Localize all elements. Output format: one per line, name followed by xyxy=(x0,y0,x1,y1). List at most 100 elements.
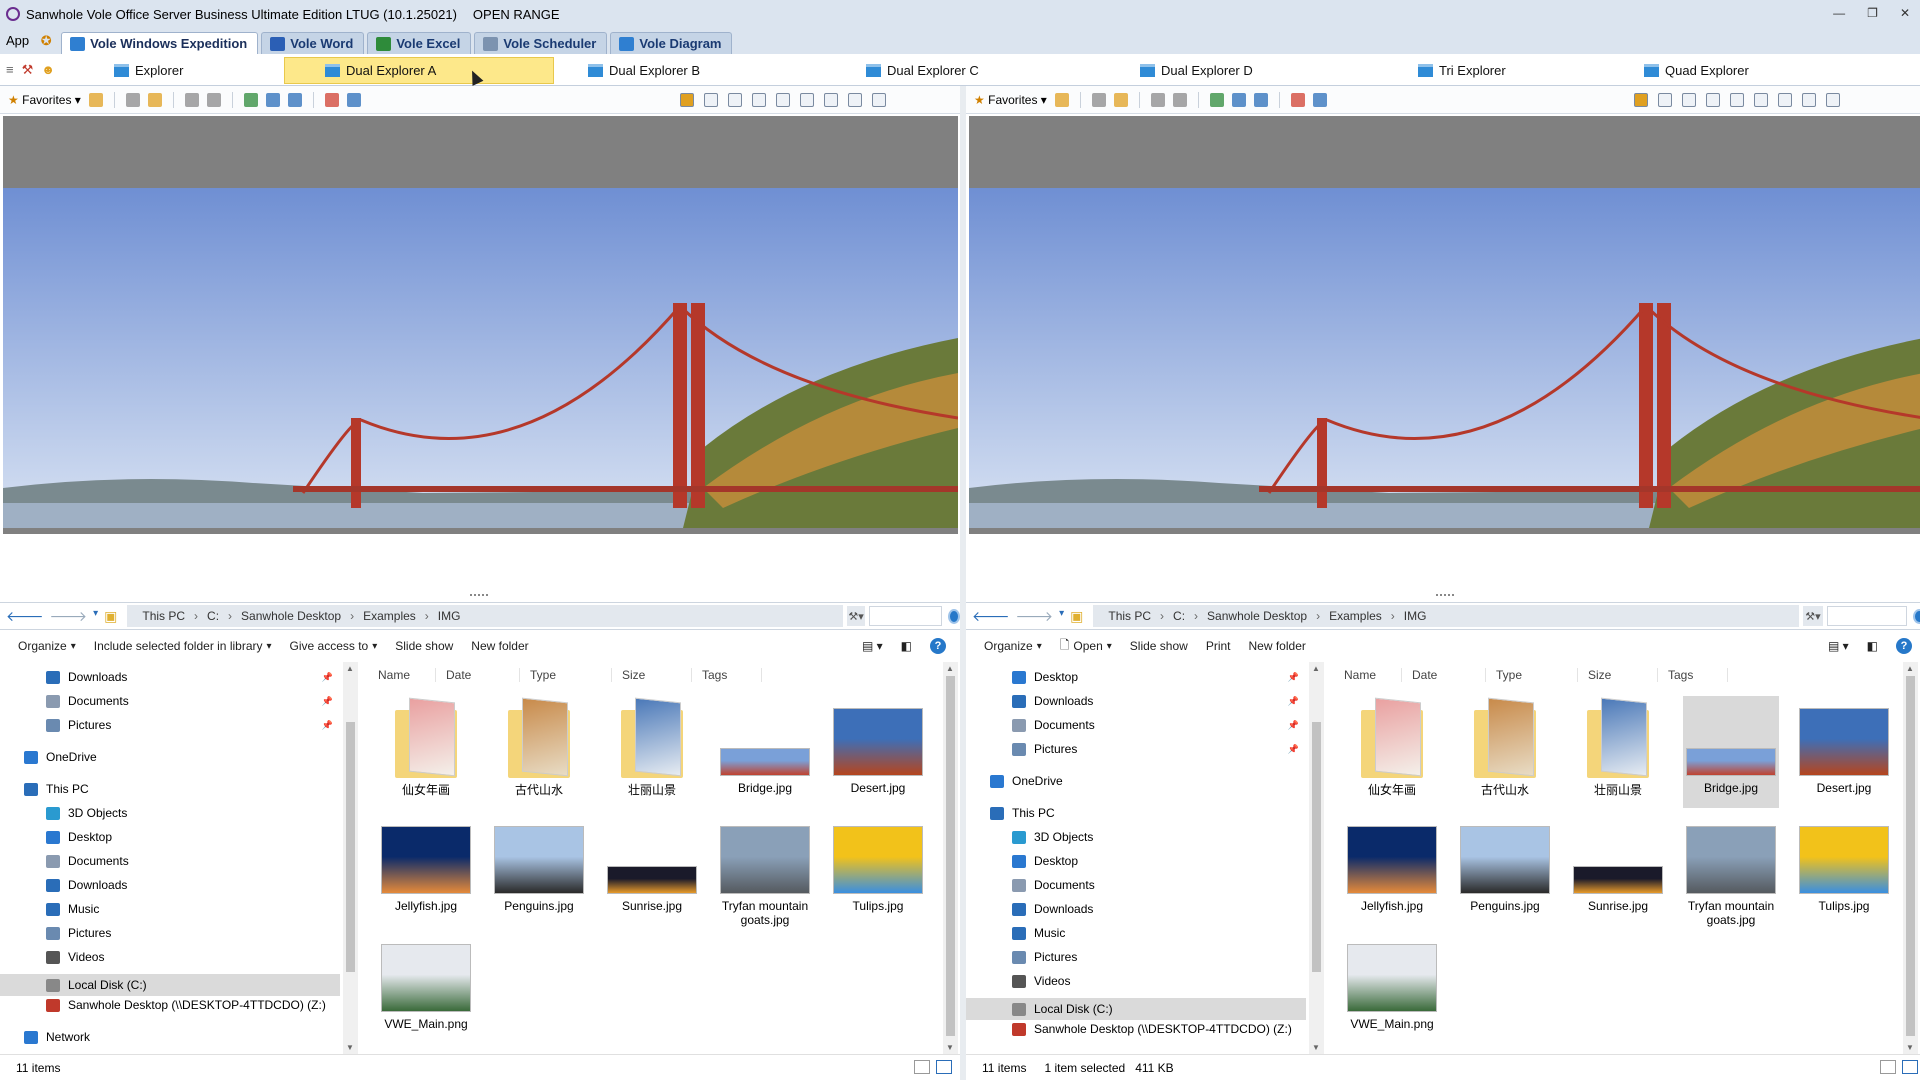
nav-item[interactable]: Desktop xyxy=(1012,854,1078,868)
large-icons-view-icon[interactable] xyxy=(1902,1060,1918,1074)
nav-item[interactable]: Pictures xyxy=(1012,742,1077,756)
split-h-icon[interactable] xyxy=(1658,93,1672,107)
file-tile[interactable]: Tulips.jpg xyxy=(1796,814,1892,926)
column-header[interactable]: Name xyxy=(1344,668,1402,682)
refresh-icon[interactable] xyxy=(1209,92,1224,107)
nav-item[interactable]: Documents xyxy=(1012,718,1095,732)
brush-icon[interactable] xyxy=(1113,92,1128,107)
preview-resize-handle[interactable] xyxy=(470,594,488,597)
nav-scrollbar[interactable]: ▲ ▼ xyxy=(1309,662,1324,1054)
explorer-tab-3[interactable]: Dual Explorer C xyxy=(866,57,979,84)
star-icon[interactable] xyxy=(1054,92,1069,107)
nav-item[interactable]: Documents xyxy=(1012,878,1095,892)
breadcrumb-item[interactable]: C: xyxy=(207,609,219,623)
file-tile[interactable]: Penguins.jpg xyxy=(1457,814,1553,926)
file-tile[interactable]: 古代山水 xyxy=(1457,696,1553,808)
play-icon[interactable] xyxy=(1231,92,1246,107)
panel-right-icon[interactable] xyxy=(1730,93,1744,107)
scroll-up-icon[interactable]: ▲ xyxy=(346,664,354,673)
forward-arrow-icon[interactable]: 🡒 xyxy=(1016,608,1054,625)
play-icon[interactable] xyxy=(265,92,280,107)
column-header[interactable]: Date xyxy=(1412,668,1486,682)
details-view-icon[interactable] xyxy=(914,1060,930,1074)
search-icon[interactable] xyxy=(948,608,960,624)
nav-item[interactable]: Local Disk (C:) xyxy=(0,974,340,996)
panel-left-icon[interactable] xyxy=(1706,93,1720,107)
breadcrumb-item[interactable]: IMG xyxy=(438,609,461,623)
panel-right-icon[interactable] xyxy=(776,93,790,107)
file-tile[interactable]: Tryfan mountain goats.jpg xyxy=(1683,814,1779,927)
command-2[interactable]: Slide show xyxy=(1130,639,1188,653)
nav-item[interactable]: Sanwhole Desktop (\\DESKTOP-4TTDCDO) (Z:… xyxy=(1012,1022,1292,1036)
search-input[interactable] xyxy=(1826,606,1908,626)
command-0[interactable]: Organize ▾ xyxy=(18,639,76,653)
split-v-icon[interactable] xyxy=(1682,93,1696,107)
command-1[interactable]: 🗋 Open ▾ xyxy=(1060,636,1112,657)
app-tab-3[interactable]: Vole Scheduler xyxy=(474,32,608,54)
file-tile[interactable]: Sunrise.jpg xyxy=(1570,814,1666,926)
command-3[interactable]: Slide show xyxy=(395,639,453,653)
view-options-icon[interactable]: ▤ ▾ xyxy=(862,639,883,653)
nav-item[interactable]: Desktop xyxy=(46,830,112,844)
grid-icon[interactable] xyxy=(324,92,339,107)
explorer-tab-5[interactable]: Tri Explorer xyxy=(1418,57,1506,84)
column-header[interactable]: Tags xyxy=(1668,668,1728,682)
breadcrumb-item[interactable]: This PC xyxy=(142,609,185,623)
large-icons-view-icon[interactable] xyxy=(936,1060,952,1074)
nav-item[interactable]: Music xyxy=(46,902,99,916)
lock-icon[interactable] xyxy=(1091,92,1106,107)
breadcrumb-item[interactable]: Sanwhole Desktop xyxy=(1207,609,1307,623)
command-3[interactable]: Print xyxy=(1206,639,1231,653)
nav-item[interactable]: Pictures xyxy=(46,926,111,940)
brush-icon[interactable] xyxy=(147,92,162,107)
nav-item[interactable]: Pictures xyxy=(1012,950,1077,964)
nav-item[interactable]: Downloads xyxy=(1012,694,1093,708)
back-arrow-icon[interactable]: 🡐 xyxy=(972,608,1010,625)
split-v-icon[interactable] xyxy=(728,93,742,107)
file-tile[interactable]: Desert.jpg xyxy=(830,696,926,808)
preview-resize-handle[interactable] xyxy=(1436,594,1454,597)
back-arrow-icon[interactable]: 🡐 xyxy=(6,608,44,625)
copy-icon[interactable] xyxy=(1150,92,1165,107)
file-tile[interactable]: Jellyfish.jpg xyxy=(378,814,474,926)
favorites-menu[interactable]: ★ Favorites ▾ xyxy=(8,93,81,107)
file-tile[interactable]: 古代山水 xyxy=(491,696,587,808)
lock-icon[interactable] xyxy=(125,92,140,107)
explorer-tab-4[interactable]: Dual Explorer D xyxy=(1140,57,1253,84)
tools-icon[interactable]: ⚒ xyxy=(22,62,34,78)
breadcrumb-item[interactable]: Examples xyxy=(363,609,416,623)
explorer-tab-1[interactable]: Dual Explorer A xyxy=(284,57,554,84)
app-menu[interactable]: App xyxy=(0,33,37,54)
search-options-icon[interactable]: ⚒▾ xyxy=(1803,606,1823,626)
breadcrumb[interactable]: This PC › C: › Sanwhole Desktop › Examples › IMG xyxy=(127,605,844,627)
nav-item[interactable]: This PC xyxy=(24,782,89,796)
command-2[interactable]: Give access to ▾ xyxy=(290,639,378,653)
warning-icon[interactable] xyxy=(1312,92,1327,107)
nav-item[interactable]: This PC xyxy=(990,806,1055,820)
file-tile[interactable]: VWE_Main.png xyxy=(1344,932,1440,1044)
column-header[interactable]: Size xyxy=(1588,668,1658,682)
expand-icon[interactable] xyxy=(824,93,838,107)
nav-item[interactable]: Videos xyxy=(1012,974,1070,988)
preview-pane-icon[interactable]: ◧ xyxy=(1867,639,1878,653)
file-tile[interactable]: Bridge.jpg xyxy=(717,696,813,808)
command-4[interactable]: New folder xyxy=(1249,639,1306,653)
scroll-down-icon[interactable]: ▼ xyxy=(1906,1043,1914,1052)
collapse-icon[interactable] xyxy=(1802,93,1816,107)
column-header[interactable]: Size xyxy=(622,668,692,682)
stop-icon[interactable] xyxy=(1253,92,1268,107)
breadcrumb[interactable]: This PC › C: › Sanwhole Desktop › Examples › IMG xyxy=(1093,605,1800,627)
column-header[interactable]: Date xyxy=(446,668,520,682)
pin-icon[interactable]: 📌 xyxy=(322,696,333,707)
pin-icon[interactable]: 📌 xyxy=(1288,696,1299,707)
breadcrumb-item[interactable]: Examples xyxy=(1329,609,1382,623)
file-tile[interactable]: Desert.jpg xyxy=(1796,696,1892,808)
file-tile[interactable]: 壮丽山景 xyxy=(1570,696,1666,808)
scroll-thumb[interactable] xyxy=(346,722,355,972)
app-tab-4[interactable]: Vole Diagram xyxy=(610,32,733,54)
stop-icon[interactable] xyxy=(287,92,302,107)
scroll-thumb[interactable] xyxy=(1312,722,1321,972)
nav-item[interactable]: Downloads xyxy=(46,670,127,684)
command-1[interactable]: Include selected folder in library ▾ xyxy=(94,639,272,653)
refresh-icon[interactable] xyxy=(243,92,258,107)
